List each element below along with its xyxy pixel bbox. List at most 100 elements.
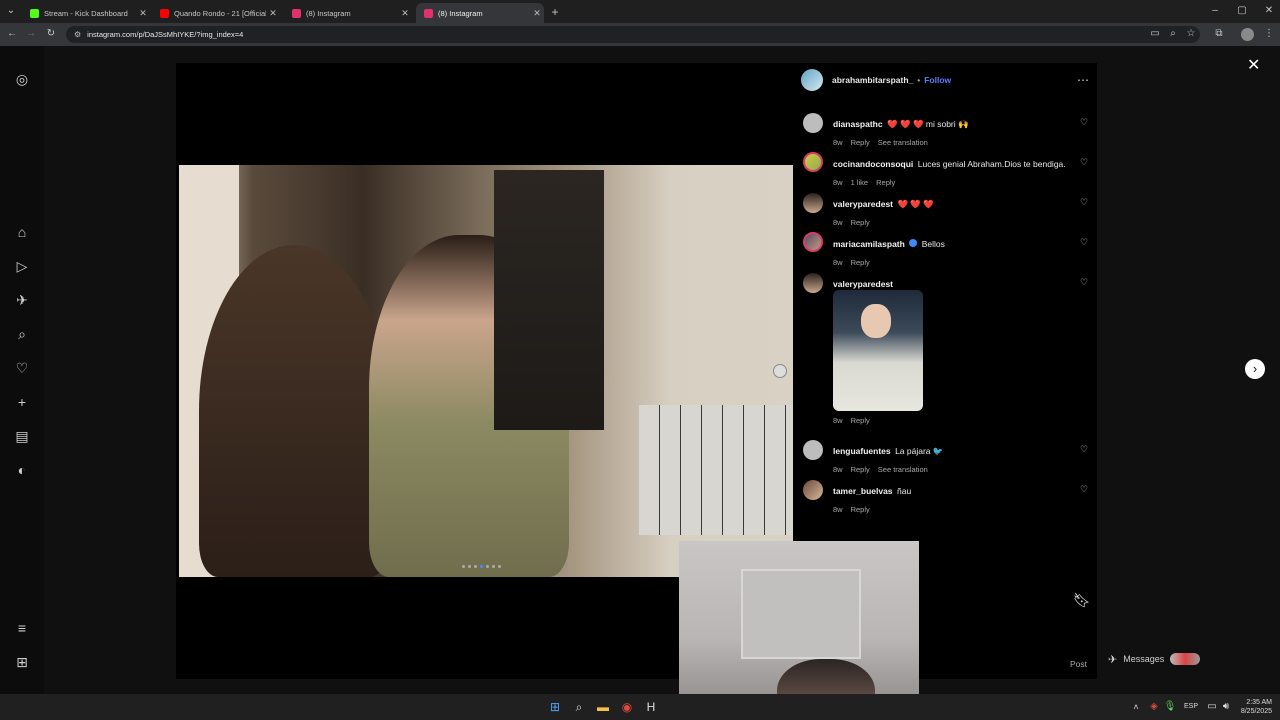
see-translation-button[interactable]: See translation (878, 465, 928, 474)
reply-button[interactable]: Reply (851, 258, 870, 267)
window-close-icon[interactable]: ✕ (1262, 5, 1276, 16)
follow-button[interactable]: Follow (924, 75, 951, 85)
bookmark-star-icon[interactable]: ☆ (1184, 28, 1198, 39)
comment-username[interactable]: tamer_buelvas (833, 486, 893, 496)
author-username[interactable]: abrahambitarspath_ (832, 75, 913, 85)
close-icon[interactable]: ✕ (398, 8, 412, 19)
save-bookmark-icon[interactable]: 🔖︎ (1073, 592, 1091, 609)
comment-time[interactable]: 8w (833, 258, 843, 267)
like-heart-icon[interactable]: ♡ (1080, 444, 1088, 455)
comment-item: dianaspathc ❤️ ❤️ ❤️ mi sobri 🙌 8w Reply S… (833, 114, 1073, 147)
reload-icon[interactable]: ↻ (44, 28, 58, 39)
search-icon[interactable]: ⌕ (12, 324, 32, 344)
address-bar[interactable]: ⚙ instagram.com/p/DaJSsMhIYKE/?img_index… (66, 26, 1200, 43)
comment-time[interactable]: 8w (833, 416, 843, 425)
carousel-dots (462, 565, 508, 569)
instagram-logo-icon[interactable]: ◎ (12, 69, 32, 89)
comment-time[interactable]: 8w (833, 218, 843, 227)
profile-avatar[interactable] (1241, 28, 1254, 41)
menu-kebab-icon[interactable]: ⋮ (1262, 28, 1276, 39)
close-icon[interactable]: ✕ (266, 8, 280, 19)
minimize-icon[interactable]: – (1208, 5, 1222, 16)
comment-username[interactable]: dianaspathc (833, 119, 883, 129)
reply-button[interactable]: Reply (851, 138, 870, 147)
microphone-icon[interactable]: 🎙︎ (1162, 699, 1178, 715)
new-tab-icon[interactable]: + (548, 5, 562, 19)
reply-button[interactable]: Reply (851, 505, 870, 514)
dashboard-icon[interactable]: ▤ (12, 426, 32, 446)
comment-avatar[interactable] (803, 152, 823, 172)
chrome-icon[interactable]: ◉ (619, 699, 635, 715)
clock[interactable]: 2:35 AM 8/25/2025 (1236, 698, 1272, 716)
post-comment-button[interactable]: Post (1070, 659, 1087, 669)
see-translation-button[interactable]: See translation (878, 138, 928, 147)
more-horizontal-icon[interactable]: ⋯ (1077, 73, 1089, 87)
reels-icon[interactable]: ▷ (12, 256, 32, 276)
close-icon[interactable]: ✕ (530, 8, 544, 19)
person-back-head (199, 245, 389, 577)
direct-icon[interactable]: ✈ (12, 290, 32, 310)
windows-taskbar (0, 694, 1280, 720)
close-modal-icon[interactable]: ✕ (1247, 55, 1260, 75)
tab-search-icon[interactable]: ⌄ (4, 5, 18, 16)
like-heart-icon[interactable]: ♡ (1080, 237, 1088, 248)
taskbar-search-icon[interactable]: ⌕ (571, 699, 587, 715)
reply-button[interactable]: Reply (876, 178, 895, 187)
like-heart-icon[interactable]: ♡ (1080, 277, 1088, 288)
tab-title: Stream - Kick Dashboard (44, 8, 128, 18)
comment-username[interactable]: mariacamilaspath (833, 239, 905, 249)
windows-start-icon[interactable]: ⊞ (547, 699, 563, 715)
tab-youtube[interactable]: Quando Rondo - 21 [Official Au ✕ (152, 3, 280, 23)
tab-kick[interactable]: Stream - Kick Dashboard ✕ (22, 3, 150, 23)
comment-avatar[interactable] (803, 273, 823, 293)
language-indicator[interactable]: ESP (1184, 703, 1198, 710)
close-icon[interactable]: ✕ (136, 8, 150, 19)
comment-username[interactable]: cocinandoconsoqui (833, 159, 913, 169)
reply-button[interactable]: Reply (851, 416, 870, 425)
forward-icon[interactable]: → (24, 28, 38, 39)
site-info-icon[interactable]: ⚙ (74, 30, 81, 39)
file-explorer-icon[interactable]: ▬ (595, 699, 611, 715)
like-heart-icon[interactable]: ♡ (1080, 157, 1088, 168)
comment-gif[interactable] (833, 290, 923, 411)
comment-text: ❤️ ❤️ ❤️ (897, 199, 934, 209)
reply-button[interactable]: Reply (851, 465, 870, 474)
back-icon[interactable]: ← (5, 28, 19, 39)
tray-chevron-icon[interactable]: ˄ (1128, 699, 1144, 715)
tab-instagram-2[interactable]: (8) Instagram ✕ (416, 3, 544, 23)
comment-time[interactable]: 8w (833, 178, 843, 187)
like-heart-icon[interactable]: ♡ (1080, 117, 1088, 128)
comment-time[interactable]: 8w (833, 465, 843, 474)
comment-username[interactable]: lenguafuentes (833, 446, 891, 456)
cast-icon[interactable]: ▭ (1148, 28, 1162, 39)
tab-instagram-1[interactable]: (8) Instagram ✕ (284, 3, 412, 23)
comment-avatar[interactable] (803, 113, 823, 133)
comment-username[interactable]: valeryparedest (833, 199, 893, 209)
comment-avatar[interactable] (803, 440, 823, 460)
like-heart-icon[interactable]: ♡ (1080, 484, 1088, 495)
comment-avatar[interactable] (803, 232, 823, 252)
tray-app-icon[interactable]: ◈ (1146, 699, 1162, 715)
maximize-icon[interactable]: ▢ (1235, 5, 1249, 16)
reply-button[interactable]: Reply (851, 218, 870, 227)
author-avatar[interactable] (801, 69, 823, 91)
comment-likes[interactable]: 1 like (851, 178, 869, 187)
next-post-icon[interactable]: › (1245, 359, 1265, 379)
comment-avatar[interactable] (803, 480, 823, 500)
more-menu-icon[interactable]: ≡ (12, 618, 32, 638)
comment-avatar[interactable] (803, 193, 823, 213)
also-from-meta-icon[interactable]: ⊞ (12, 652, 32, 672)
comment-username[interactable]: valeryparedest (833, 279, 893, 289)
volume-icon[interactable]: 🔊︎ (1218, 699, 1234, 715)
extensions-icon[interactable]: ⧉ (1212, 28, 1226, 39)
like-heart-icon[interactable]: ♡ (1080, 197, 1088, 208)
home-icon[interactable]: ⌂ (12, 222, 32, 242)
zoom-icon[interactable]: ⌕ (1166, 28, 1180, 39)
create-icon[interactable]: + (12, 392, 32, 412)
comment-time[interactable]: 8w (833, 505, 843, 514)
app-h-icon[interactable]: H (643, 699, 659, 715)
messages-pill[interactable]: ✈ Messages (1108, 650, 1238, 668)
notifications-heart-icon[interactable]: ♡ (12, 358, 32, 378)
threads-icon[interactable]: ◐ (12, 460, 32, 480)
comment-time[interactable]: 8w (833, 138, 843, 147)
